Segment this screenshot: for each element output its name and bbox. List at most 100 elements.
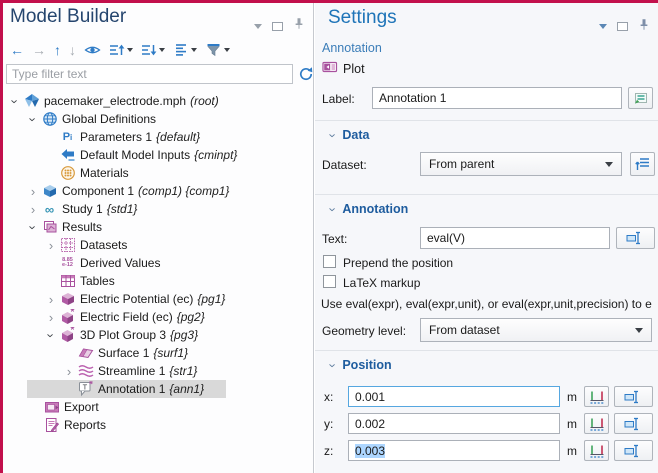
chevron-expanded-icon[interactable] [25, 219, 41, 235]
tree-item-component-1[interactable]: Component 1(comp1) {comp1} [3, 182, 312, 200]
plot-group-new-icon: * [59, 309, 76, 325]
tree-item-electric-potential[interactable]: Electric Potential (ec){pg1} [3, 290, 312, 308]
chevron-down-icon [605, 162, 613, 167]
geometry-level-dropdown[interactable]: From dataset [420, 318, 652, 342]
back-button[interactable]: ← [7, 40, 27, 60]
section-collapse-icon[interactable]: › [327, 133, 340, 137]
tree-item-global-definitions[interactable]: Global Definitions [3, 110, 312, 128]
tree-item-parameters[interactable]: Pi Parameters 1{default} [3, 128, 312, 146]
filter-button[interactable] [202, 40, 233, 60]
reports-icon [43, 417, 60, 433]
range-icon [589, 389, 605, 405]
section-collapse-icon[interactable]: › [327, 207, 340, 211]
panel-menu-caret-icon[interactable] [254, 24, 262, 29]
tree-item-3d-plot-group-3[interactable]: * 3D Plot Group 3{pg3} [3, 326, 312, 344]
model-builder-window-controls [254, 16, 305, 36]
forward-button[interactable]: → [29, 40, 49, 60]
position-y-input[interactable] [348, 413, 560, 434]
tree-item-study-1[interactable]: ∞ Study 1{std1} [3, 200, 312, 218]
pin-icon[interactable] [293, 16, 305, 36]
section-divider [315, 350, 658, 351]
replace-expression-button[interactable] [614, 440, 653, 461]
results-icon [41, 219, 58, 235]
model-tree-node-text-button[interactable] [170, 40, 200, 60]
tree-item-streamline-1[interactable]: Streamline 1{str1} [3, 362, 312, 380]
tables-icon [59, 273, 76, 289]
surface-icon [77, 345, 94, 361]
range-button[interactable] [584, 440, 609, 461]
position-y-label: y: [324, 417, 333, 431]
tree-item-electric-field[interactable]: * Electric Field (ec){pg2} [3, 308, 312, 326]
data-section-header[interactable]: › Data [331, 128, 369, 142]
position-x-unit: m [567, 390, 577, 404]
tree-filter-input[interactable] [6, 64, 293, 84]
latex-markup-checkbox[interactable] [323, 275, 336, 288]
tree-item-derived-values[interactable]: 8.85e-12 Derived Values [3, 254, 312, 272]
show-eye-button[interactable] [81, 40, 104, 60]
chevron-collapsed-icon[interactable] [43, 237, 59, 253]
filter-caret-icon[interactable] [224, 48, 230, 52]
annotation-section-header[interactable]: › Annotation [331, 202, 408, 216]
range-icon [589, 443, 605, 459]
float-panel-icon[interactable] [272, 22, 283, 31]
chevron-expanded-icon[interactable] [25, 111, 41, 127]
replace-expression-button[interactable] [616, 227, 655, 249]
position-x-input[interactable] [348, 386, 560, 407]
plot-button[interactable]: Plot [322, 59, 365, 78]
collapse-all-button[interactable] [106, 40, 136, 60]
tree-item-export[interactable]: Export [3, 398, 312, 416]
replace-expression-button[interactable] [614, 413, 653, 434]
tree-item-reports[interactable]: Reports [3, 416, 312, 434]
tree-item-datasets[interactable]: Datasets [3, 236, 312, 254]
tree-item-default-model-inputs[interactable]: Default Model Inputs{cminpt} [3, 146, 312, 164]
svg-text:*: * [70, 327, 74, 336]
expand-all-button[interactable] [138, 40, 168, 60]
latex-markup-checkbox-label: LaTeX markup [343, 276, 420, 290]
range-button[interactable] [584, 386, 609, 407]
tree-item-materials[interactable]: Materials [3, 164, 312, 182]
range-button[interactable] [584, 413, 609, 434]
rename-label-icon [633, 90, 649, 106]
move-up-button[interactable]: ↑ [51, 40, 64, 60]
chevron-collapsed-icon[interactable] [25, 183, 41, 199]
position-section-header[interactable]: › Position [331, 358, 392, 372]
chevron-down-icon [635, 328, 643, 333]
derived-values-icon: 8.85e-12 [59, 255, 76, 271]
datasets-icon [59, 237, 76, 253]
float-panel-icon[interactable] [617, 22, 628, 31]
chevron-collapsed-icon[interactable] [43, 291, 59, 307]
position-z-input[interactable]: 0.003 [348, 440, 560, 461]
collapse-all-caret-icon[interactable] [127, 48, 133, 52]
refresh-icon[interactable] [298, 66, 314, 82]
annotation-text-input[interactable] [420, 227, 610, 249]
prepend-position-checkbox[interactable] [323, 255, 336, 268]
section-collapse-icon[interactable]: › [327, 363, 340, 367]
pin-icon[interactable] [638, 17, 650, 35]
replace-expression-icon [626, 230, 642, 246]
settings-panel: Settings Annotation Plot Label: › Data D… [315, 3, 658, 473]
replace-expression-button[interactable] [614, 386, 653, 407]
export-icon [43, 399, 60, 415]
svg-text:*: * [89, 381, 93, 391]
rename-label-button[interactable] [628, 87, 653, 109]
node-text-caret-icon[interactable] [191, 48, 197, 52]
chevron-collapsed-icon[interactable] [61, 363, 77, 379]
chevron-expanded-icon[interactable] [43, 327, 59, 343]
replace-expression-icon [624, 416, 640, 432]
tree-item-root[interactable]: pacemaker_electrode.mph(root) [3, 92, 312, 110]
tree-item-surface-1[interactable]: Surface 1{surf1} [3, 344, 312, 362]
tree-item-annotation-1[interactable]: T* Annotation 1{ann1} [3, 380, 312, 398]
chevron-collapsed-icon[interactable] [43, 309, 59, 325]
dataset-dropdown[interactable]: From parent [420, 152, 622, 176]
chevron-expanded-icon[interactable] [7, 93, 23, 109]
chevron-collapsed-icon[interactable] [25, 201, 41, 217]
tree-item-results[interactable]: Results [3, 218, 312, 236]
go-to-source-button[interactable] [630, 152, 655, 176]
label-input[interactable] [372, 87, 622, 109]
panel-menu-caret-icon[interactable] [599, 24, 607, 29]
tree-item-tables[interactable]: Tables [3, 272, 312, 290]
global-definitions-icon [41, 111, 58, 127]
move-down-button[interactable]: ↓ [66, 40, 79, 60]
expand-all-caret-icon[interactable] [159, 48, 165, 52]
settings-subtitle-annotation[interactable]: Annotation [322, 41, 382, 55]
